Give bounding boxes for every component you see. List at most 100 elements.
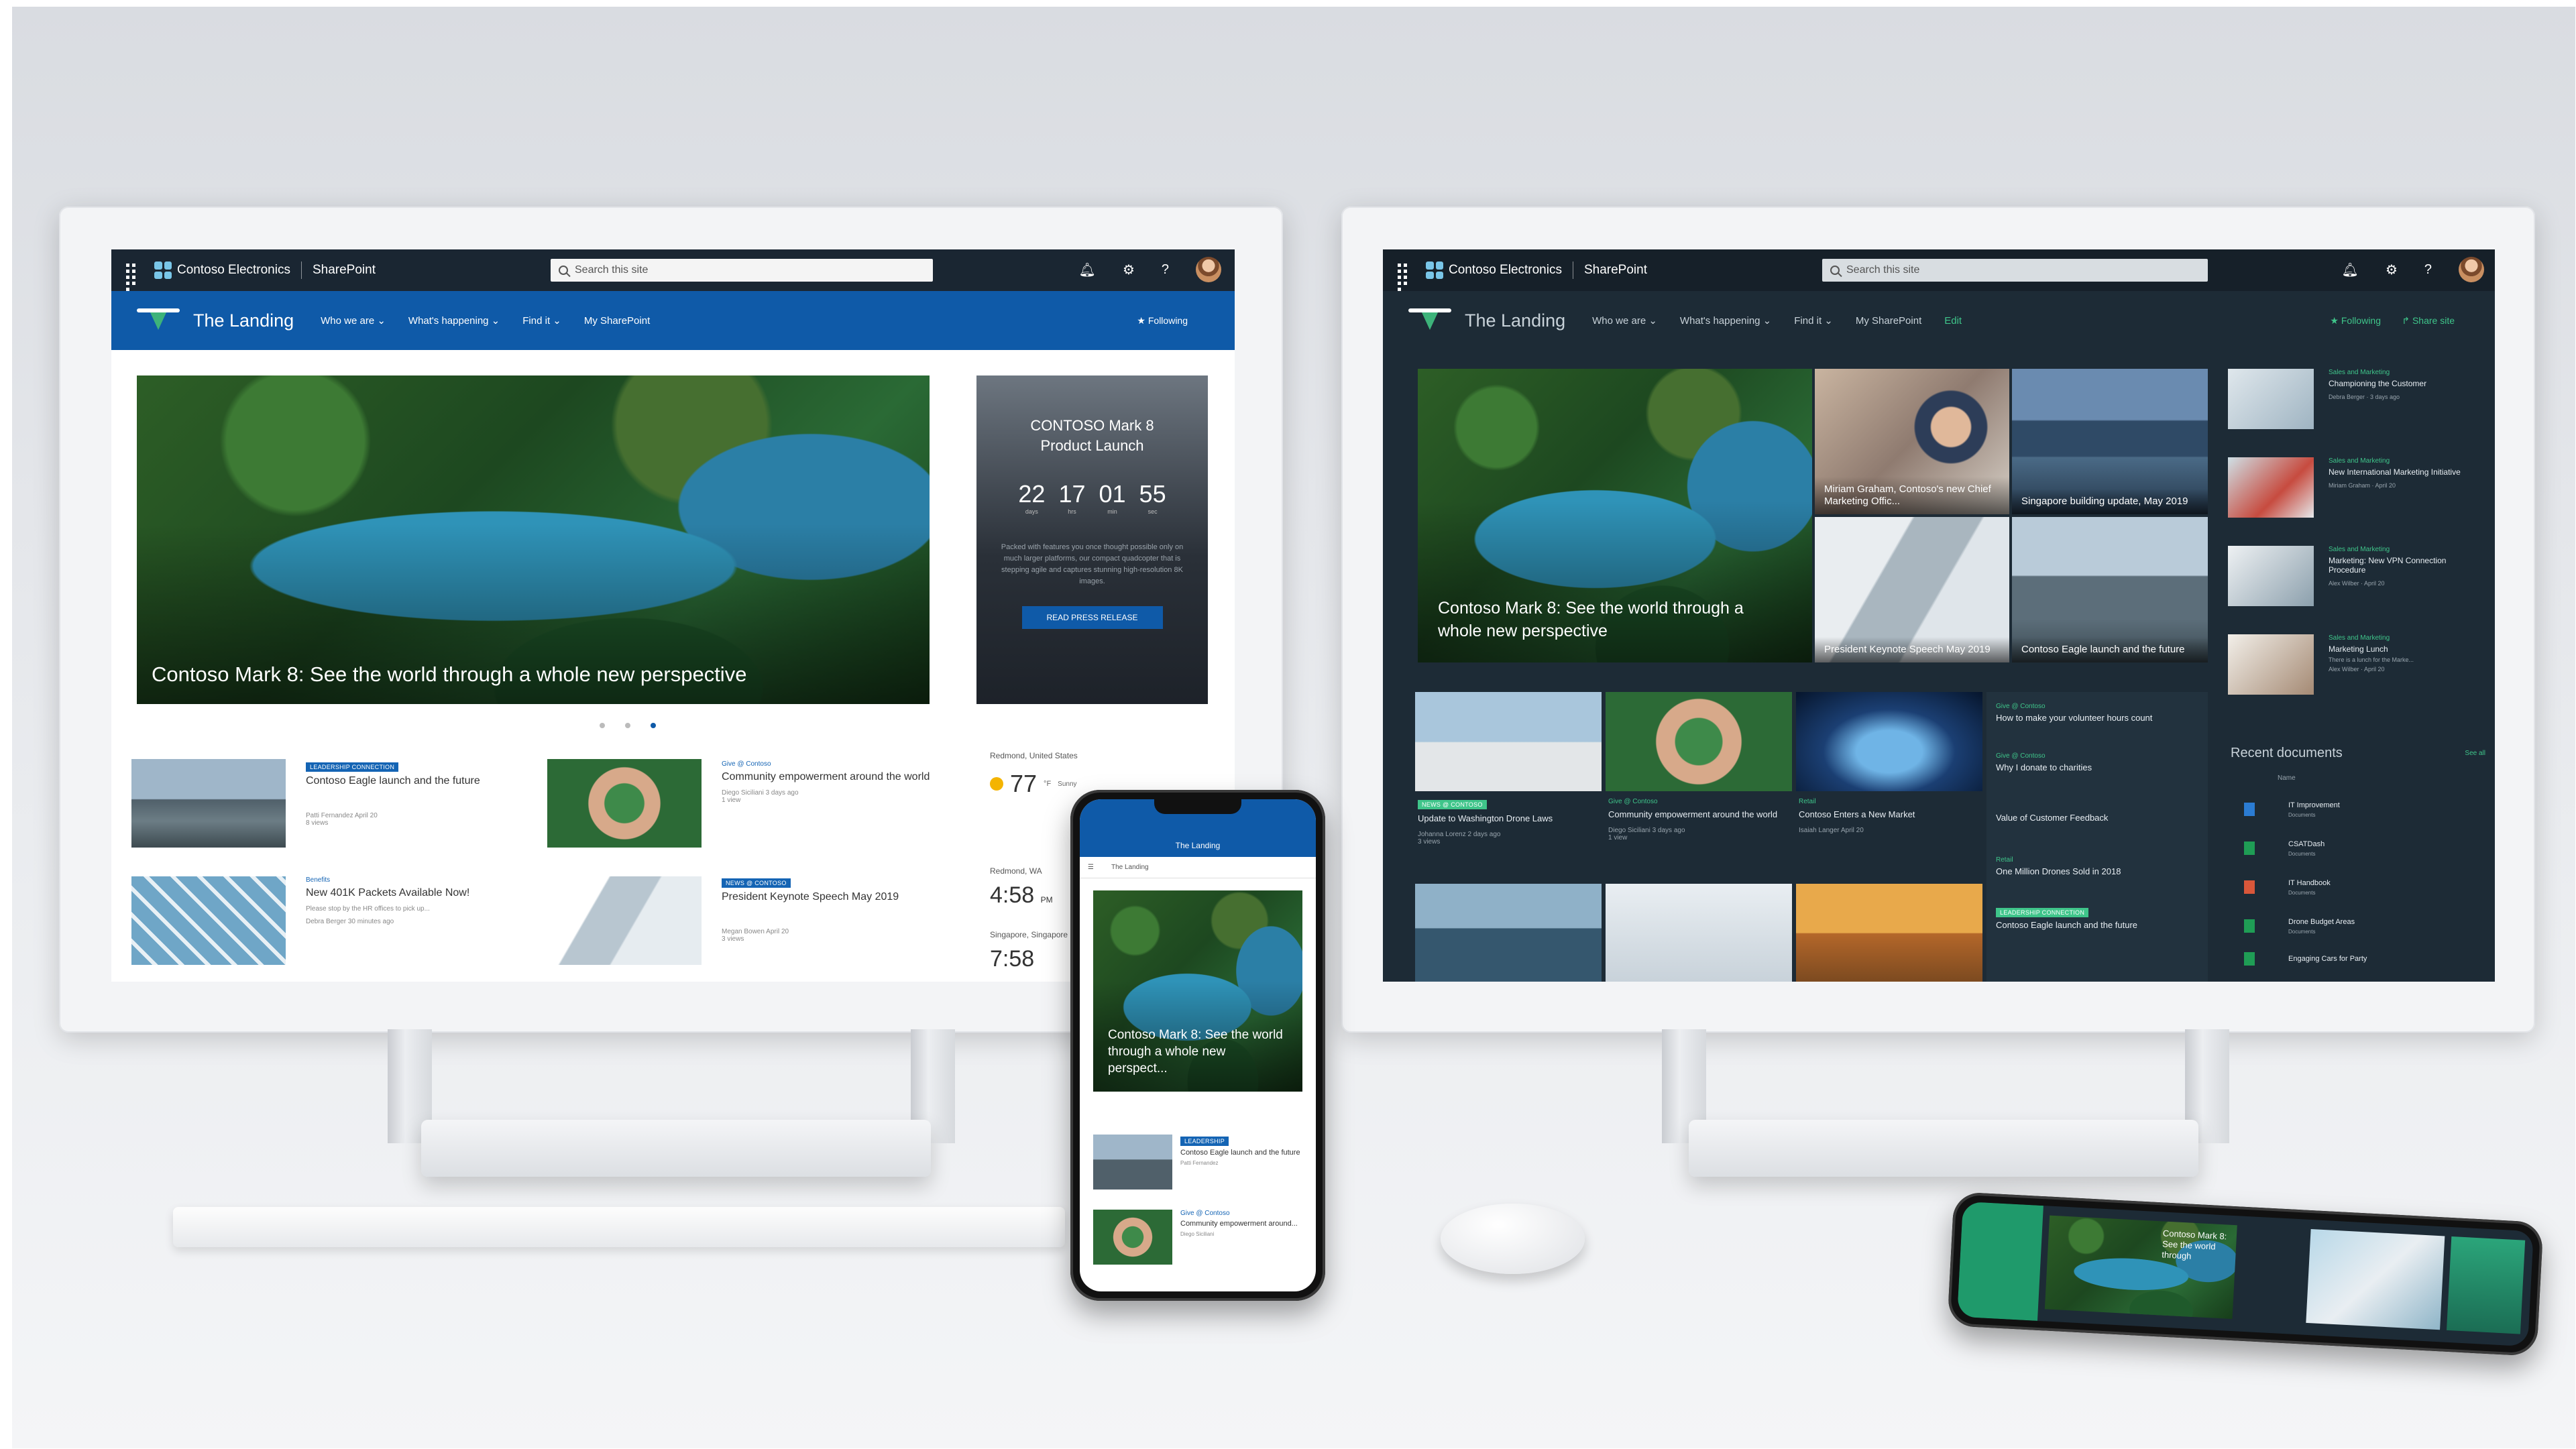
- phone-title[interactable]: The Landing: [1176, 841, 1221, 850]
- news-thumb-mountain[interactable]: [131, 759, 286, 848]
- tile-title[interactable]: Singapore building update, May 2019: [2012, 489, 2208, 514]
- sidebar-item[interactable]: Sales and Marketing Marketing: New VPN Co…: [2228, 546, 2489, 634]
- app-launcher-icon[interactable]: [119, 257, 146, 291]
- tile-title[interactable]: Miriam Graham, Contoso's new Chief Marke…: [1815, 477, 2009, 514]
- news-title[interactable]: Community empowerment around the world: [722, 770, 943, 784]
- phone-landscape-tile[interactable]: [2306, 1229, 2445, 1330]
- news-thumb-globe[interactable]: [1796, 692, 1982, 791]
- news-title[interactable]: Value of Customer Feedback: [1996, 813, 2198, 823]
- sidebar-category[interactable]: Sales and Marketing: [2329, 369, 2476, 376]
- sidebar-item[interactable]: Sales and Marketing New International Mar…: [2228, 457, 2489, 546]
- bell-icon[interactable]: 🔔︎: [1079, 262, 1096, 278]
- sidebar-thumb[interactable]: [2228, 546, 2314, 606]
- bell-icon[interactable]: 🔔︎: [2342, 262, 2359, 278]
- news-item[interactable]: NEWS @ CONTOSO President Keynote Speech …: [722, 876, 943, 943]
- sidebar-category[interactable]: Sales and Marketing: [2329, 457, 2476, 465]
- sidebar-category[interactable]: Sales and Marketing: [2329, 634, 2476, 642]
- nav-my-sharepoint[interactable]: My SharePoint: [584, 315, 650, 327]
- nav-who-we-are[interactable]: Who we are ⌄: [321, 314, 386, 327]
- phone-news-thumb[interactable]: [1093, 1210, 1172, 1265]
- news-title[interactable]: One Million Drones Sold in 2018: [1996, 866, 2198, 876]
- phone-subtitle[interactable]: The Landing: [1111, 864, 1149, 871]
- tile-title[interactable]: President Keynote Speech May 2019: [1815, 637, 2009, 662]
- news-title[interactable]: New 401K Packets Available Now!: [306, 886, 527, 900]
- carousel-dot-active[interactable]: [651, 723, 656, 728]
- brand-name[interactable]: Contoso Electronics: [1449, 263, 1562, 278]
- sidebar-thumb[interactable]: [2228, 634, 2314, 695]
- sidebar-item[interactable]: Sales and Marketing Marketing Lunch There …: [2228, 634, 2489, 715]
- nav-find-it[interactable]: Find it ⌄: [522, 314, 561, 327]
- news-item[interactable]: Benefits New 401K Packets Available Now!…: [306, 876, 527, 925]
- share-site-button[interactable]: ↱ Share site: [2402, 315, 2455, 327]
- sidebar-title[interactable]: Championing the Customer: [2329, 379, 2476, 388]
- hero-title[interactable]: Contoso Mark 8: See the world through a …: [152, 662, 746, 687]
- phone-news-item[interactable]: Give @ Contoso Community empowerment aro…: [1180, 1210, 1301, 1237]
- news-item[interactable]: LEADERSHIP CONNECTION Contoso Eagle laun…: [306, 760, 527, 827]
- news-category[interactable]: Retail: [1996, 856, 2198, 864]
- sidebar-thumb[interactable]: [2228, 457, 2314, 518]
- hub-title[interactable]: The Landing: [193, 310, 294, 331]
- app-launcher-icon[interactable]: [1391, 257, 1418, 291]
- carousel-dots[interactable]: [600, 723, 656, 728]
- phone-news-thumb[interactable]: [1093, 1135, 1172, 1190]
- doc-row[interactable]: Drone Budget Areas Documents: [2231, 907, 2485, 945]
- carousel-dot[interactable]: [600, 723, 605, 728]
- news-category[interactable]: Give @ Contoso: [1180, 1210, 1301, 1217]
- doc-name[interactable]: IT Handbook: [2288, 879, 2331, 887]
- doc-name[interactable]: Engaging Cars for Party: [2288, 955, 2367, 963]
- news-thumb-field[interactable]: [1796, 884, 1982, 982]
- nav-whats-happening[interactable]: What's happening ⌄: [408, 314, 500, 327]
- nav-whats-happening[interactable]: What's happening ⌄: [1680, 314, 1771, 327]
- phone-landscape-tile[interactable]: [2447, 1236, 2526, 1334]
- news-title[interactable]: Contoso Enters a New Market: [1799, 808, 1980, 821]
- news-category[interactable]: Give @ Contoso: [722, 760, 943, 768]
- tile-title[interactable]: Contoso Eagle launch and the future: [2012, 637, 2208, 662]
- news-title[interactable]: Community empowerment around the world: [1608, 808, 1789, 821]
- news-title[interactable]: Community empowerment around...: [1180, 1220, 1301, 1228]
- news-title[interactable]: How to make your volunteer hours count: [1996, 713, 2198, 723]
- nav-edit[interactable]: Edit: [1944, 315, 1962, 327]
- news-title[interactable]: President Keynote Speech May 2019: [722, 890, 943, 904]
- news-category[interactable]: Give @ Contoso: [1996, 703, 2198, 710]
- news-tile[interactable]: Singapore building update, May 2019: [2012, 369, 2208, 514]
- news-thumb-plant[interactable]: [1606, 692, 1792, 791]
- news-thumb-building[interactable]: [547, 876, 702, 965]
- news-item[interactable]: Give @ Contoso Community empowerment aro…: [1608, 798, 1789, 842]
- avatar[interactable]: [1196, 257, 1221, 282]
- menu-icon[interactable]: ☰: [1088, 864, 1094, 871]
- gear-icon[interactable]: ⚙: [1123, 262, 1135, 278]
- nav-who-we-are[interactable]: Who we are ⌄: [1592, 314, 1657, 327]
- help-icon[interactable]: ?: [2424, 262, 2432, 278]
- doc-name[interactable]: IT Improvement: [2288, 801, 2340, 809]
- doc-name[interactable]: Drone Budget Areas: [2288, 918, 2355, 926]
- news-title[interactable]: Contoso Eagle launch and the future: [306, 774, 527, 788]
- news-thumb-plant[interactable]: [547, 759, 702, 848]
- news-category[interactable]: Benefits: [306, 876, 527, 884]
- news-title[interactable]: Why I donate to charities: [1996, 762, 2198, 772]
- nav-my-sharepoint[interactable]: My SharePoint: [1856, 315, 1921, 327]
- phone-landscape-hero[interactable]: Contoso Mark 8: See the world through: [2044, 1215, 2237, 1320]
- help-icon[interactable]: ?: [1162, 262, 1169, 278]
- app-name[interactable]: SharePoint: [313, 263, 376, 278]
- news-title[interactable]: Contoso Eagle launch and the future: [1996, 920, 2198, 930]
- news-item[interactable]: NEWS @ CONTOSO Update to Washington Dron…: [1418, 798, 1599, 846]
- news-tile[interactable]: Contoso Eagle launch and the future: [2012, 517, 2208, 662]
- docs-column-name[interactable]: Name: [2278, 774, 2485, 782]
- phone-hero-title[interactable]: Contoso Mark 8: See the world through a …: [1108, 1027, 1288, 1077]
- news-title[interactable]: Update to Washington Drone Laws: [1418, 812, 1599, 825]
- read-press-release-button[interactable]: READ PRESS RELEASE: [1021, 606, 1163, 629]
- search-box[interactable]: Search this site: [551, 259, 933, 282]
- sidebar-item[interactable]: Sales and Marketing Championing the Custo…: [2228, 369, 2489, 457]
- news-category[interactable]: Give @ Contoso: [1608, 798, 1789, 805]
- doc-row[interactable]: CSATDash Documents: [2231, 829, 2485, 868]
- news-title[interactable]: Contoso Eagle launch and the future: [1180, 1149, 1301, 1157]
- phone-landscape-hero-title[interactable]: Contoso Mark 8: See the world through: [2162, 1228, 2230, 1263]
- follow-button[interactable]: ★ Following: [2330, 315, 2381, 327]
- app-name[interactable]: SharePoint: [1584, 263, 1647, 278]
- sidebar-thumb[interactable]: [2228, 369, 2314, 429]
- hero-image[interactable]: Contoso Mark 8: See the world through a …: [137, 375, 930, 704]
- avatar[interactable]: [2459, 257, 2484, 282]
- nav-find-it[interactable]: Find it ⌄: [1794, 314, 1833, 327]
- phone-news-item[interactable]: LEADERSHIP Contoso Eagle launch and the …: [1180, 1135, 1301, 1166]
- search-box[interactable]: Search this site: [1822, 259, 2208, 282]
